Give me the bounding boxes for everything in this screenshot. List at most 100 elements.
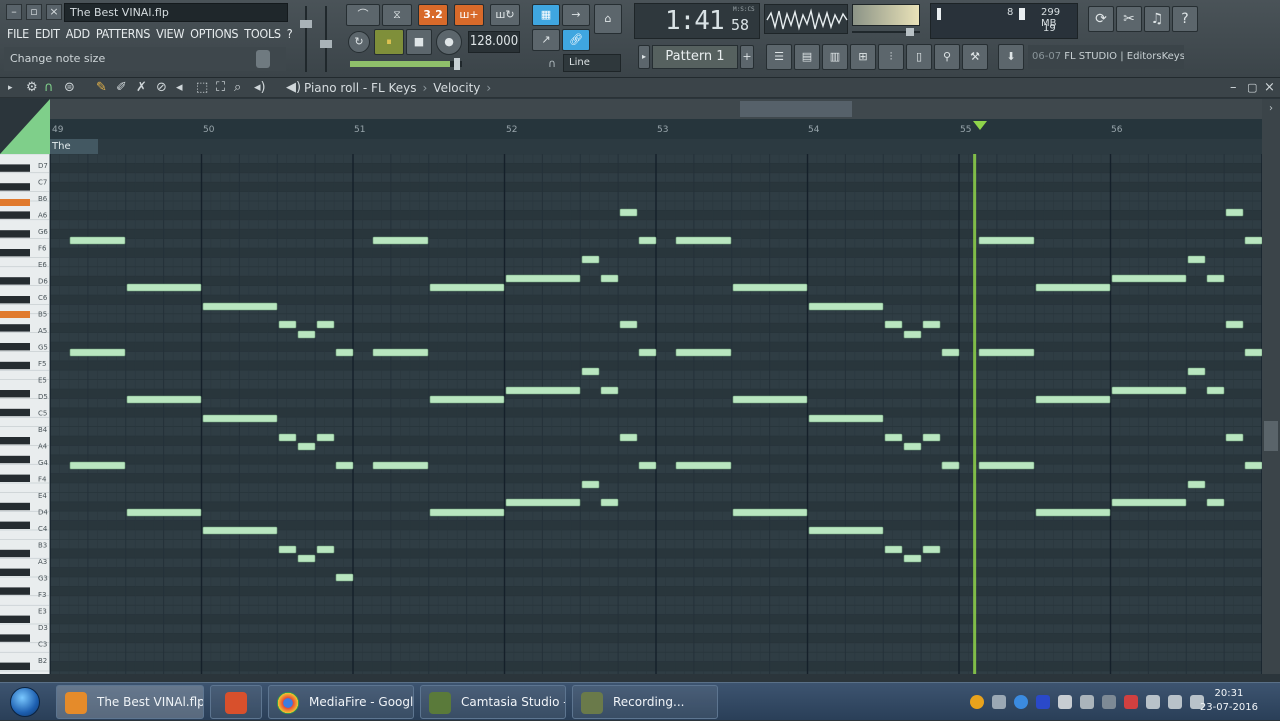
back-arrow-icon[interactable]: ◀) — [286, 80, 301, 96]
record-button[interactable]: ● — [436, 29, 462, 55]
wait-button[interactable]: ⧖ — [382, 4, 412, 26]
tray-alert-icon[interactable] — [1124, 695, 1138, 709]
tools-icon[interactable]: ⚒ — [962, 44, 988, 70]
magnet-icon[interactable]: ∩ — [44, 80, 54, 96]
restore-button[interactable]: ▫ — [26, 4, 42, 20]
undo-button[interactable]: ⟳ — [1088, 6, 1114, 32]
expand-icon[interactable]: ⛶ — [216, 80, 225, 96]
step-edit-button[interactable]: → — [562, 4, 590, 26]
master-pitch-slider[interactable] — [320, 6, 332, 72]
pr-close-icon[interactable]: × — [1264, 80, 1275, 96]
menu-help[interactable]: ? — [284, 24, 296, 44]
black-key — [0, 409, 30, 416]
bar-label: 52 — [506, 125, 517, 135]
menu-options[interactable]: OPTIONS — [187, 24, 241, 44]
start-button[interactable] — [4, 685, 48, 719]
key-label: A3 — [38, 558, 47, 566]
menu-edit[interactable]: EDIT — [32, 24, 63, 44]
blend-notes-button[interactable]: ш+ — [454, 4, 484, 26]
piano-keyboard[interactable]: D7C7B6A6G6F6E6D6C6B5A5G5F5E5D5C5B4A4G4F4… — [0, 154, 50, 674]
browser-icon[interactable]: ⊞ — [850, 44, 876, 70]
tray-app-icon[interactable] — [970, 695, 984, 709]
vertical-scrollbar[interactable] — [1262, 119, 1280, 674]
tray-security-icon[interactable] — [1036, 695, 1050, 709]
link-button[interactable]: 🔗︎ — [562, 29, 590, 51]
download-icon[interactable]: ⬇ — [998, 44, 1024, 70]
cut-tool-icon[interactable]: ✂ — [1116, 6, 1142, 32]
mixer-icon[interactable]: ⫶ — [878, 44, 904, 70]
pr-minimize-icon[interactable]: – — [1230, 80, 1237, 96]
horizontal-scrollbar[interactable] — [50, 99, 1262, 119]
channel-rack-icon[interactable]: ▤ — [794, 44, 820, 70]
tray-settings-icon[interactable] — [1080, 695, 1094, 709]
wrench-icon[interactable]: ⚙ — [26, 80, 38, 96]
taskbar-item-apps[interactable] — [210, 685, 262, 719]
stop-button[interactable]: ■ — [406, 29, 432, 55]
snap-select[interactable]: Line — [563, 54, 621, 72]
pause-button[interactable]: ⏸ — [374, 29, 404, 55]
hat-icon[interactable]: ⌂ — [594, 4, 622, 34]
pr-maximize-icon[interactable]: ▢ — [1247, 80, 1257, 96]
pianoroll-menu-icon[interactable]: ▸ — [8, 80, 13, 96]
typing-keyboard-button[interactable]: ▦ — [532, 4, 560, 26]
key-label: A4 — [38, 443, 48, 451]
taskbar-item-recording[interactable]: Recording... — [572, 685, 718, 719]
note-grid[interactable] — [50, 154, 1262, 674]
speaker-icon[interactable]: ◂) — [254, 80, 266, 96]
mute-tool-icon[interactable]: ⊘ — [156, 80, 167, 96]
menu-add[interactable]: ADD — [63, 24, 93, 44]
master-volume-slider[interactable] — [300, 6, 312, 72]
loop-mode-button[interactable]: ↻ — [348, 31, 370, 53]
taskbar-item-fl-studio[interactable]: The Best VINAl.flp... — [56, 685, 204, 719]
tray-chrome-icon[interactable] — [1014, 695, 1028, 709]
select-tool-icon[interactable]: ⬚ — [196, 80, 208, 96]
pianoroll-title[interactable]: Piano roll - FL Keys — [304, 79, 416, 97]
tray-link-icon[interactable] — [992, 695, 1006, 709]
time-display[interactable]: 1:41 M:S:CS 58 — [634, 3, 760, 39]
microphone-icon[interactable]: ♫ — [1144, 6, 1170, 32]
delete-tool-icon[interactable]: ✗ — [136, 80, 147, 96]
note — [923, 434, 940, 441]
metronome-button[interactable]: ⌒ — [346, 4, 380, 26]
menu-patterns[interactable]: PATTERNS — [93, 24, 153, 44]
pattern-selector[interactable]: Pattern 1 — [652, 45, 738, 69]
pattern-prev-button[interactable]: ▸ — [638, 45, 650, 69]
menu-view[interactable]: VIEW — [153, 24, 187, 44]
piano-roll-icon[interactable]: ▥ — [822, 44, 848, 70]
tray-doc-icon[interactable] — [1058, 695, 1072, 709]
key-label: D6 — [38, 278, 48, 286]
stamp-icon[interactable]: ⊜ — [64, 80, 75, 96]
menu-file[interactable]: FILE — [4, 24, 32, 44]
snap-magnet-button[interactable]: ↗ — [532, 29, 560, 51]
playhead-marker[interactable] — [973, 121, 987, 130]
playlist-icon[interactable]: ☰ — [766, 44, 792, 70]
position-slider[interactable] — [350, 61, 462, 67]
network-icon[interactable] — [1168, 695, 1182, 709]
tray-clock[interactable]: 20:31 23-07-2016 — [1200, 687, 1258, 715]
scroll-right-icon[interactable]: › — [1262, 99, 1280, 119]
zoom-icon[interactable]: ⌕ — [234, 80, 241, 96]
help-button[interactable]: ? — [1172, 6, 1198, 32]
timeline-ruler[interactable]: 49 50 51 52 53 54 55 56 — [50, 119, 1262, 139]
note — [1188, 481, 1205, 488]
countdown-button[interactable]: 3.2 — [418, 4, 448, 26]
add-pattern-button[interactable]: + — [740, 45, 754, 69]
close-button[interactable]: × — [46, 4, 62, 20]
flag-icon[interactable] — [1146, 695, 1160, 709]
project-icon[interactable]: ▯ — [906, 44, 932, 70]
plugin-icon[interactable]: ⚲ — [934, 44, 960, 70]
master-volume-knob[interactable] — [852, 28, 920, 36]
taskbar-item-chrome[interactable]: MediaFire - Googl... — [268, 685, 414, 719]
minimize-button[interactable]: – — [6, 4, 22, 20]
clip-label[interactable]: The Wave — [50, 139, 98, 154]
slice-tool-icon[interactable]: ◂ — [176, 80, 183, 96]
pianoroll-target[interactable]: Velocity — [433, 79, 480, 97]
taskbar-item-camtasia[interactable]: Camtasia Studio - ... — [420, 685, 566, 719]
brush-icon[interactable]: ✐ — [116, 80, 127, 96]
tray-device-icon[interactable] — [1102, 695, 1116, 709]
tempo-display[interactable]: 128.000 — [468, 31, 520, 53]
news-panel[interactable]: 06-07 FL STUDIO | EditorsKeys — [1028, 45, 1184, 69]
pencil-icon[interactable]: ✎ — [96, 80, 107, 96]
menu-tools[interactable]: TOOLS — [241, 24, 283, 44]
loop-record-button[interactable]: ш↻ — [490, 4, 520, 26]
